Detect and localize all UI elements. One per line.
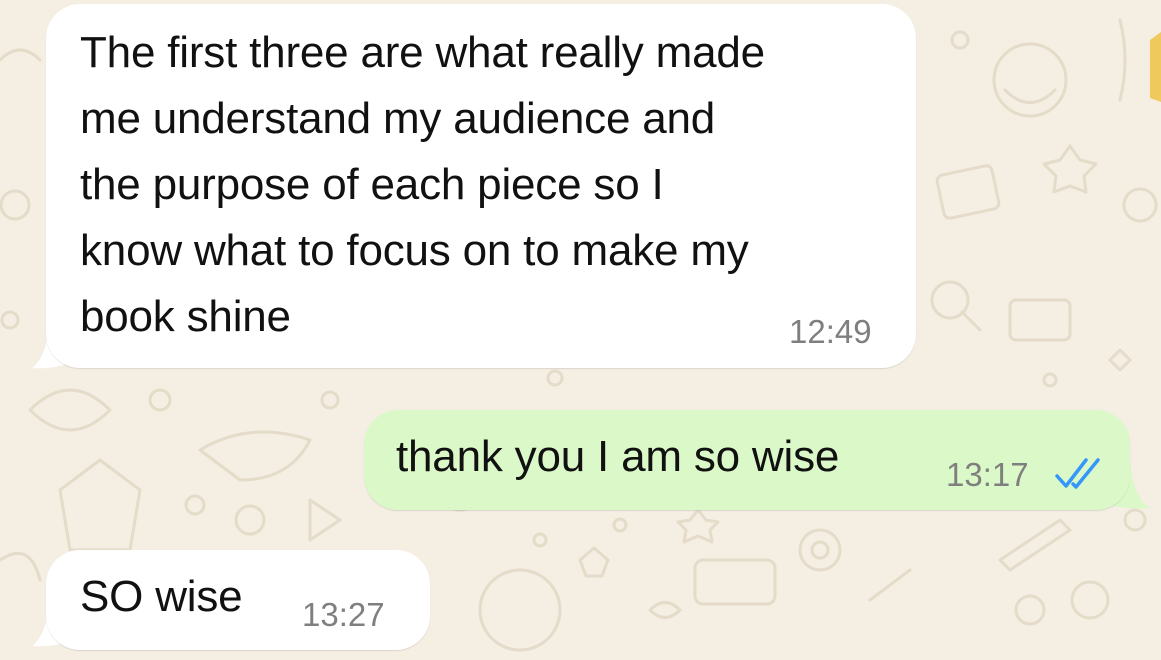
message-time: 12:49 bbox=[789, 313, 872, 350]
message-text: The first three are what really made me … bbox=[80, 28, 765, 341]
message-time: 13:27 bbox=[302, 596, 385, 633]
double-check-icon bbox=[1055, 458, 1100, 489]
message-text: thank you I am so wise bbox=[396, 432, 840, 481]
message-time: 13:17 bbox=[946, 456, 1029, 493]
message-text: SO wise bbox=[80, 572, 243, 621]
